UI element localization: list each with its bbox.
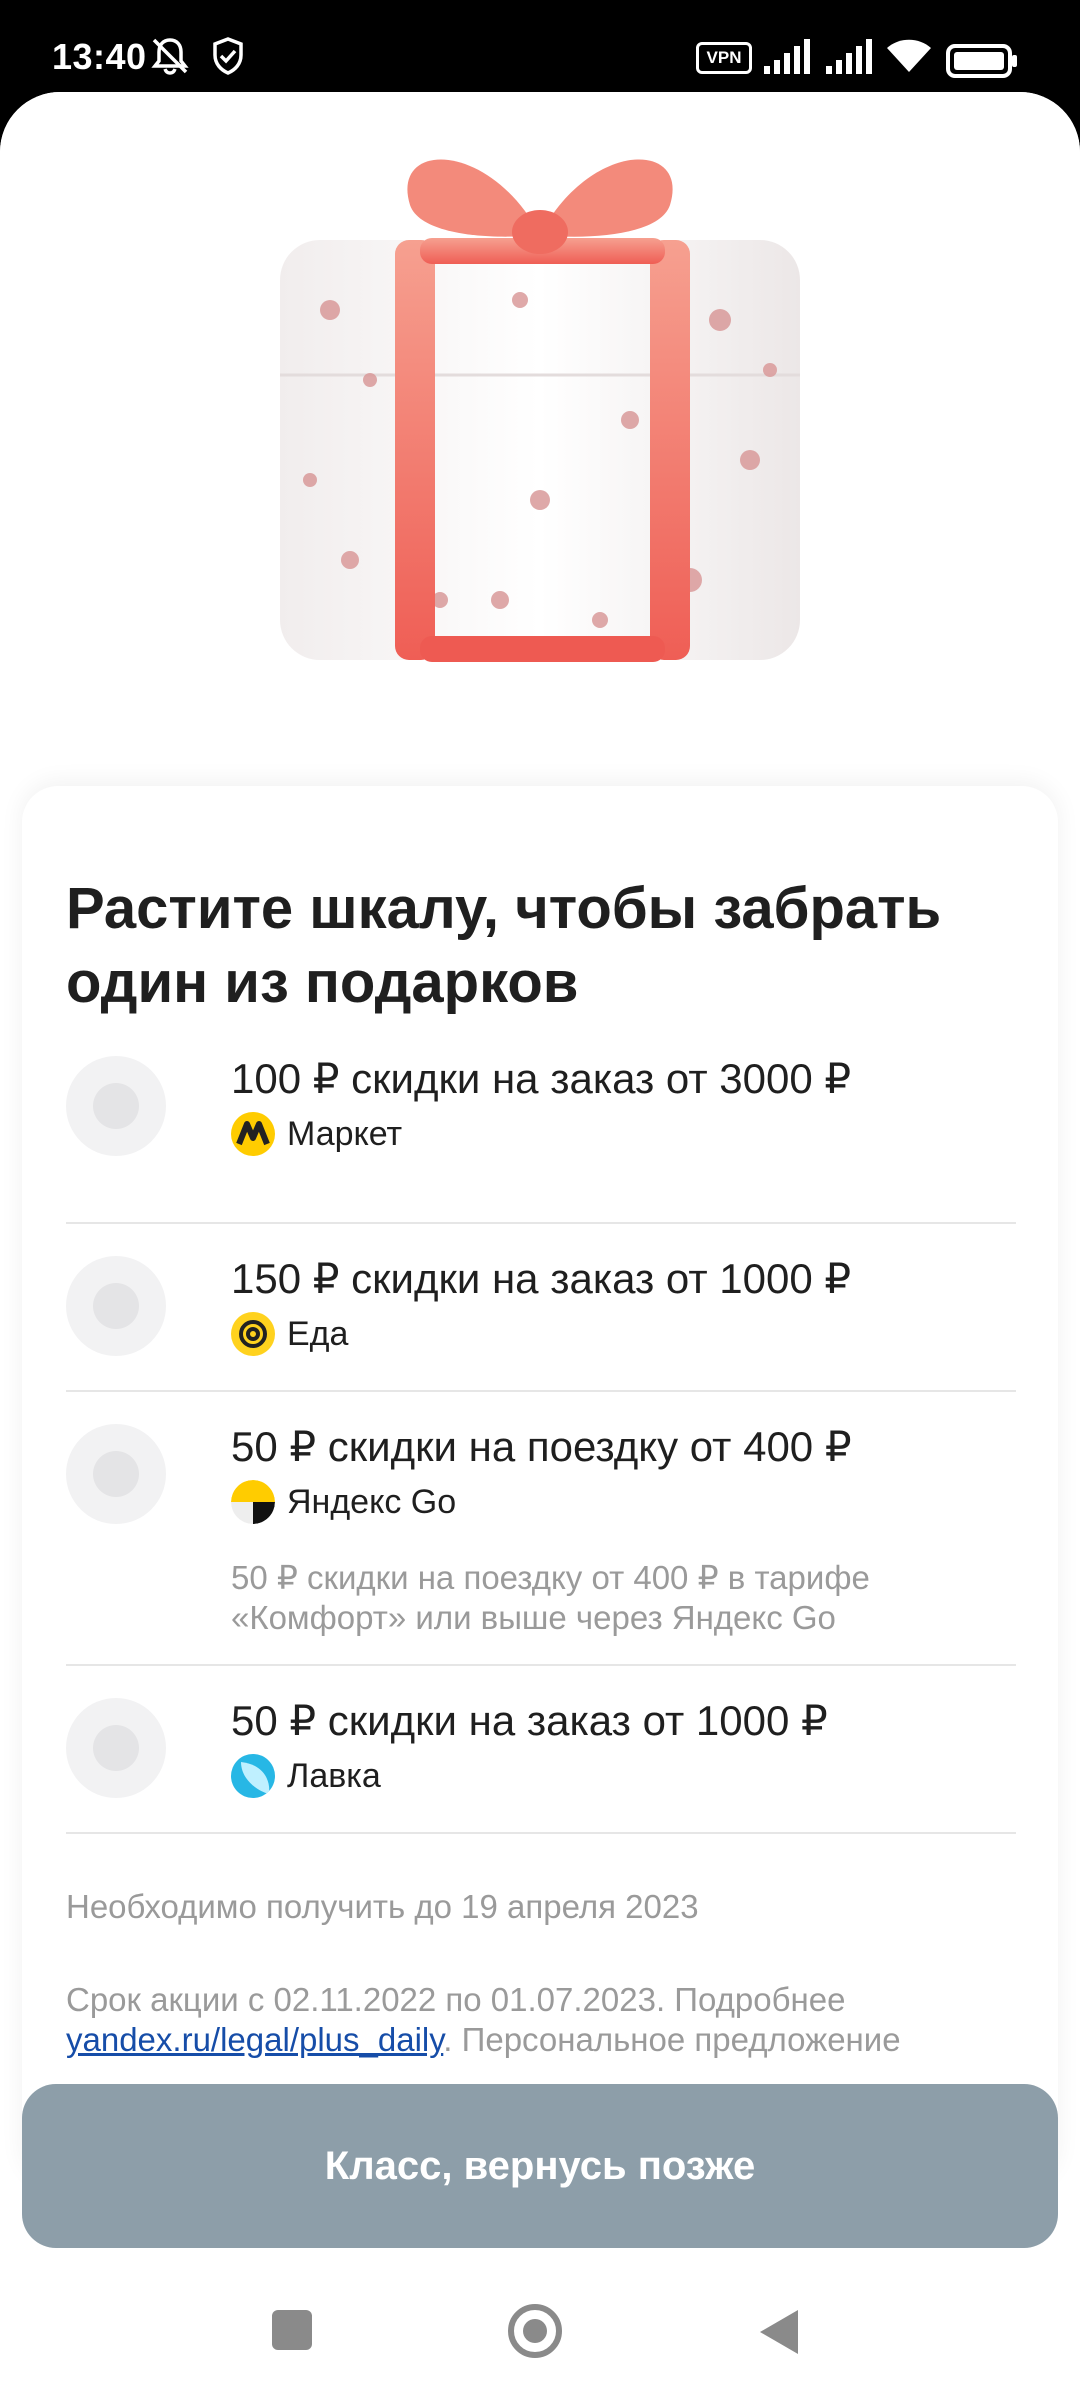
brand-name: Еда bbox=[287, 1314, 349, 1353]
yandex-go-logo-icon bbox=[231, 1480, 275, 1524]
terms-link[interactable]: yandex.ru/legal/plus_daily bbox=[66, 2021, 443, 2058]
brand-name: Лавка bbox=[287, 1756, 381, 1795]
battery-icon bbox=[946, 44, 1017, 78]
radio-button[interactable] bbox=[66, 1256, 166, 1356]
deadline-text: Необходимо получить до 19 апреля 2023 bbox=[66, 1888, 699, 1925]
hero-area bbox=[0, 92, 1080, 812]
gift-option-market[interactable]: 100 ₽ скидки на заказ от 3000 ₽ Маркет bbox=[66, 1055, 1016, 1224]
promo-sheet: Растите шкалу, чтобы забрать один из под… bbox=[0, 92, 1080, 2272]
gift-title: 50 ₽ скидки на заказ от 1000 ₽ bbox=[231, 1697, 828, 1744]
signal-icon bbox=[764, 39, 810, 74]
gift-brand: Еда bbox=[231, 1312, 348, 1356]
gift-title: 150 ₽ скидки на заказ от 1000 ₽ bbox=[231, 1255, 852, 1302]
radio-button[interactable] bbox=[66, 1698, 166, 1798]
radio-button[interactable] bbox=[66, 1424, 166, 1524]
lavka-logo-icon bbox=[231, 1754, 275, 1798]
status-bar: 13:40 VPN bbox=[0, 0, 1080, 100]
gift-note: 50 ₽ скидки на поездку от 400 ₽ в тарифе… bbox=[231, 1559, 870, 1636]
terms-text: Срок акции с 02.11.2022 по 01.07.2023. П… bbox=[66, 1980, 1026, 2060]
terms-suffix: . Персональное предложение bbox=[443, 2021, 901, 2058]
gift-option-yandex-go[interactable]: 50 ₽ скидки на поездку от 400 ₽ Яндекс G… bbox=[66, 1392, 1016, 1666]
gift-box-illustration bbox=[280, 159, 800, 662]
gift-brand: Маркет bbox=[231, 1112, 402, 1156]
gift-brand: Яндекс Go bbox=[231, 1480, 456, 1524]
bell-muted-icon bbox=[151, 38, 189, 75]
vpn-badge: VPN bbox=[696, 42, 752, 74]
gift-title: 100 ₽ скидки на заказ от 3000 ₽ bbox=[231, 1055, 852, 1102]
gift-option-eda[interactable]: 150 ₽ скидки на заказ от 1000 ₽ Еда bbox=[66, 1224, 1016, 1392]
card-title: Растите шкалу, чтобы забрать один из под… bbox=[66, 876, 942, 1015]
terms-prefix: Срок акции с 02.11.2022 по 01.07.2023. П… bbox=[66, 1981, 846, 2018]
gift-title: 50 ₽ скидки на поездку от 400 ₽ bbox=[231, 1423, 852, 1470]
recents-square-icon[interactable] bbox=[272, 2310, 312, 2350]
navigation-bar bbox=[0, 2270, 1080, 2400]
brand-name: Маркет bbox=[287, 1114, 403, 1153]
brand-name: Яндекс Go bbox=[287, 1482, 457, 1521]
gift-option-lavka[interactable]: 50 ₽ скидки на заказ от 1000 ₽ Лавка bbox=[66, 1666, 1016, 1834]
shield-icon bbox=[213, 37, 243, 75]
gift-list: 100 ₽ скидки на заказ от 3000 ₽ Маркет 1… bbox=[66, 1055, 1016, 1834]
gift-brand: Лавка bbox=[231, 1754, 381, 1798]
eda-logo-icon bbox=[231, 1312, 275, 1356]
market-logo-icon bbox=[231, 1112, 275, 1156]
home-circle-icon[interactable] bbox=[508, 2304, 562, 2358]
radio-button[interactable] bbox=[66, 1056, 166, 1156]
signal-icon bbox=[826, 39, 872, 74]
back-triangle-icon[interactable] bbox=[760, 2310, 798, 2354]
wifi-icon bbox=[887, 39, 931, 72]
status-time: 13:40 bbox=[52, 36, 147, 77]
promo-card: Растите шкалу, чтобы забрать один из под… bbox=[22, 786, 1058, 2186]
later-button[interactable]: Класс, вернусь позже bbox=[22, 2084, 1058, 2248]
